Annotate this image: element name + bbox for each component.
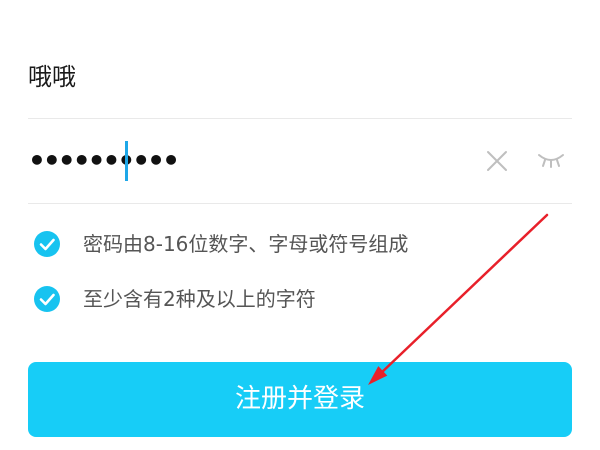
divider	[28, 203, 572, 204]
text-caret	[125, 141, 128, 181]
eye-closed-icon[interactable]	[536, 149, 566, 173]
username-display[interactable]: 哦哦	[28, 57, 76, 97]
close-icon[interactable]	[484, 148, 510, 174]
check-circle-icon	[34, 231, 60, 257]
password-field[interactable]: ••••••••••	[28, 119, 572, 203]
password-value[interactable]: ••••••••••	[28, 141, 180, 181]
rule-text: 密码由8-16位数字、字母或符号组成	[83, 232, 409, 256]
register-page: 哦哦 •••••••••• 密码由8-16位数字、字母或符号组成 至少含有2种及…	[0, 0, 600, 450]
check-circle-icon	[34, 286, 60, 312]
rule-text: 至少含有2种及以上的字符	[83, 287, 316, 311]
register-and-login-button[interactable]: 注册并登录	[28, 362, 572, 437]
